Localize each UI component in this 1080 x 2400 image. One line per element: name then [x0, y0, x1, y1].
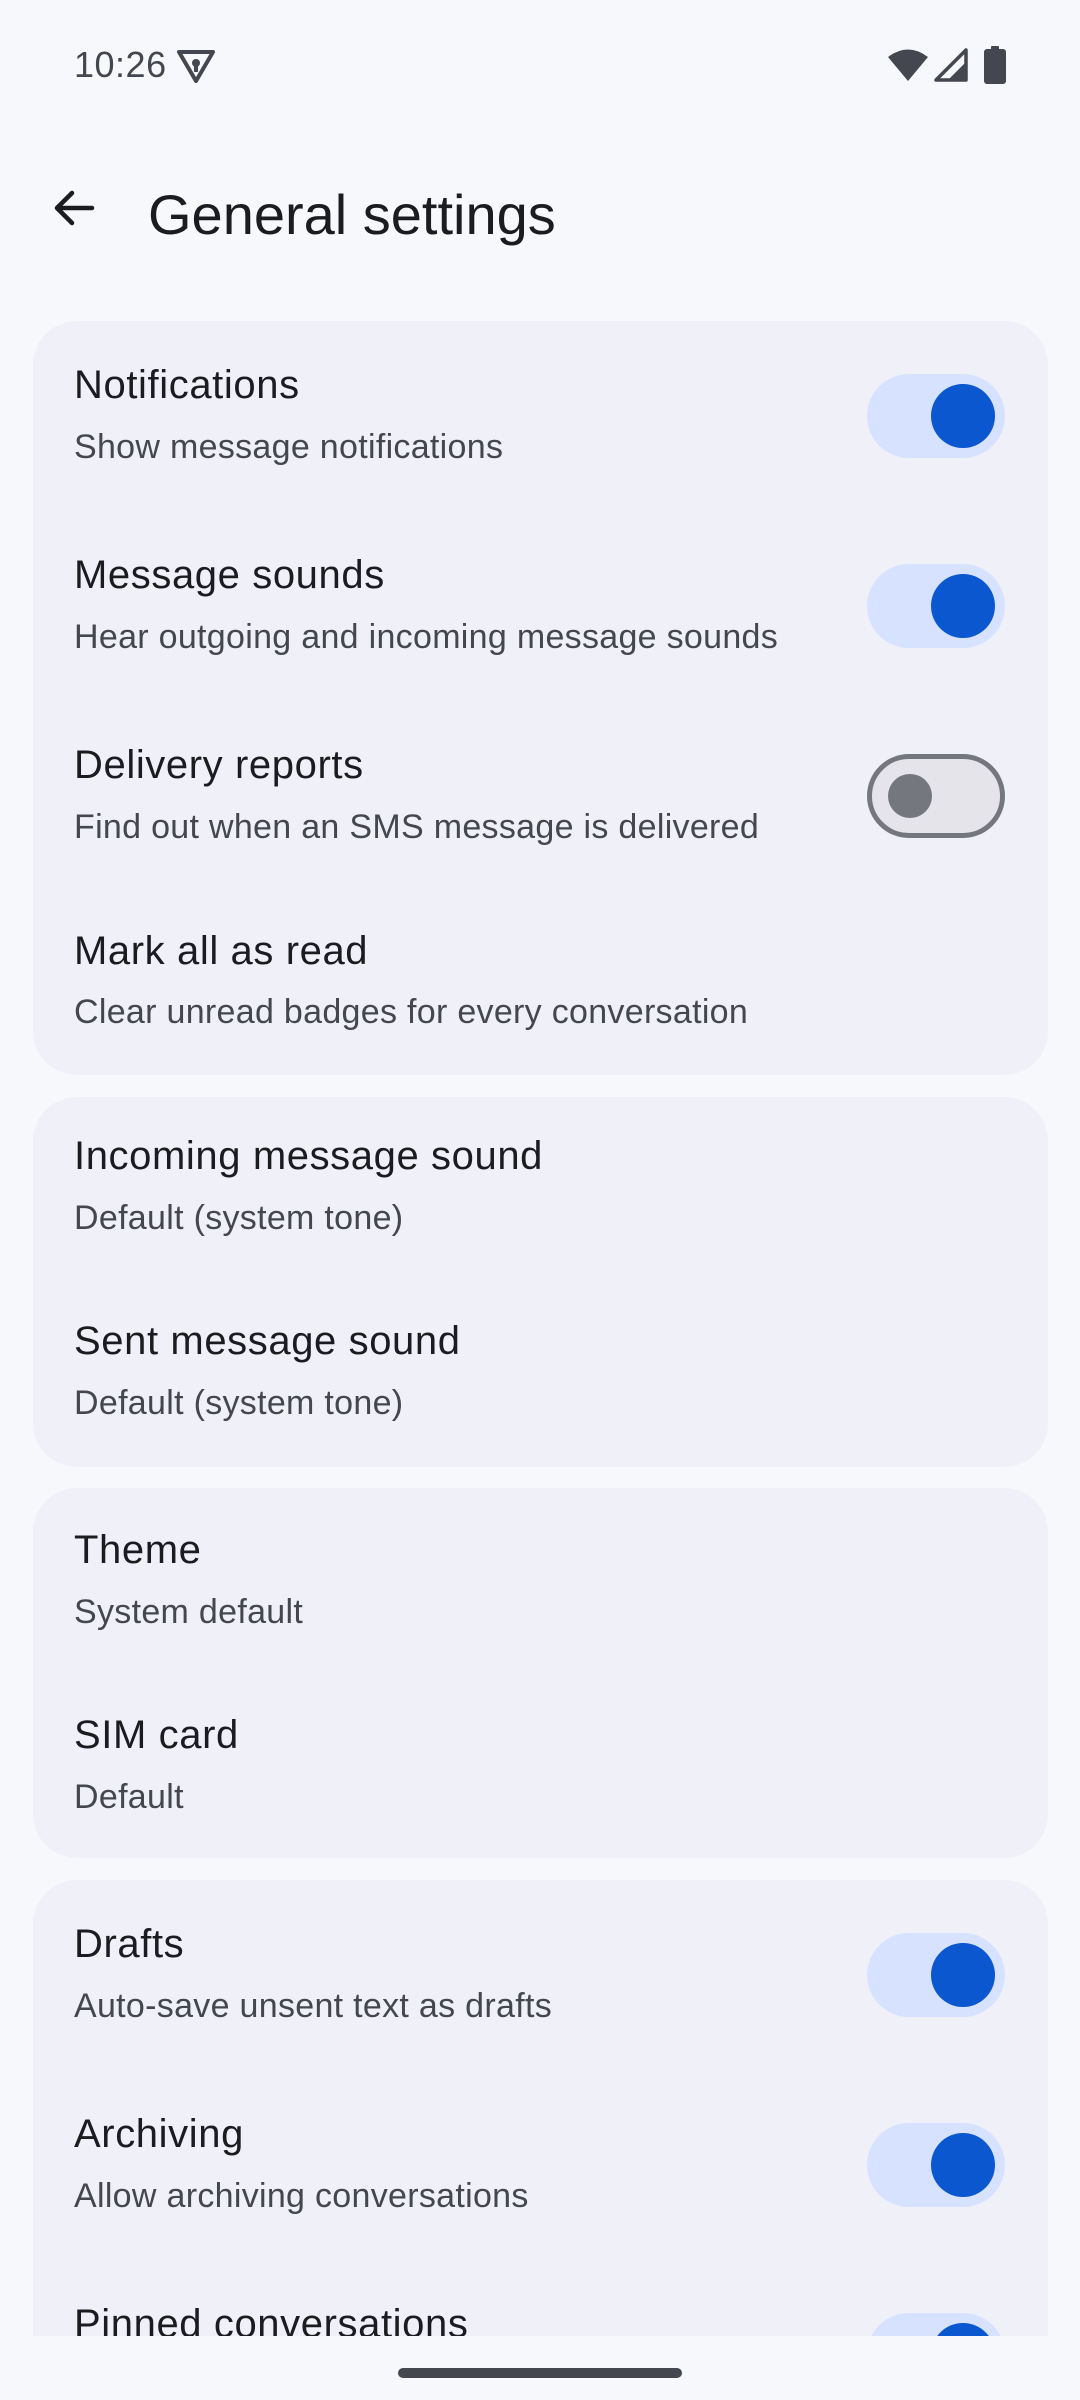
settings-card-conversations: Drafts Auto-save unsent text as drafts A…: [33, 1880, 1048, 2336]
setting-title: Notifications: [74, 363, 300, 407]
toggle-knob: [931, 384, 995, 448]
settings-card-general: Notifications Show message notifications…: [33, 321, 1048, 1075]
toggle-knob: [931, 1943, 995, 2007]
arrow-back-icon: [54, 190, 95, 226]
setting-pinned-conversations[interactable]: Pinned conversations: [33, 2260, 1048, 2336]
setting-subtitle: Find out when an SMS message is delivere…: [74, 808, 760, 846]
toggle-knob: [931, 2133, 995, 2197]
message-sounds-toggle[interactable]: [867, 564, 1005, 648]
setting-title: Mark all as read: [74, 929, 369, 973]
wifi-icon: [888, 49, 928, 81]
status-time: 10:26: [74, 44, 167, 85]
setting-delivery-reports[interactable]: Delivery reports Find out when an SMS me…: [33, 701, 1048, 891]
navigation-bar: [0, 2336, 1080, 2400]
page-title: General settings: [148, 183, 556, 246]
setting-drafts[interactable]: Drafts Auto-save unsent text as drafts: [33, 1880, 1048, 2070]
setting-sent-sound[interactable]: Sent message sound Default (system tone): [33, 1282, 1048, 1467]
setting-title: Sent message sound: [74, 1319, 461, 1363]
setting-subtitle: Hear outgoing and incoming message sound…: [74, 618, 779, 656]
setting-subtitle: Default (system tone): [74, 1199, 404, 1237]
archiving-toggle[interactable]: [867, 2123, 1005, 2207]
gesture-handle[interactable]: [398, 2368, 682, 2378]
setting-subtitle: Allow archiving conversations: [74, 2177, 529, 2215]
drafts-toggle[interactable]: [867, 1933, 1005, 2017]
setting-subtitle: Auto-save unsent text as drafts: [74, 1987, 552, 2025]
setting-title: Drafts: [74, 1922, 185, 1966]
setting-title: Message sounds: [74, 553, 385, 597]
setting-incoming-sound[interactable]: Incoming message sound Default (system t…: [33, 1097, 1048, 1287]
setting-title: Archiving: [74, 2112, 244, 2156]
setting-archiving[interactable]: Archiving Allow archiving conversations: [33, 2070, 1048, 2260]
setting-subtitle: Default (system tone): [74, 1384, 404, 1422]
setting-title: Delivery reports: [74, 743, 364, 787]
settings-card-appearance: Theme System default SIM card Default: [33, 1488, 1048, 1858]
toggle-knob: [888, 774, 932, 818]
setting-title: SIM card: [74, 1713, 239, 1757]
setting-theme[interactable]: Theme System default: [33, 1488, 1048, 1678]
setting-title: Theme: [74, 1528, 202, 1572]
setting-subtitle: Clear unread badges for every conversati…: [74, 993, 749, 1031]
delivery-reports-toggle[interactable]: [867, 754, 1005, 838]
setting-message-sounds[interactable]: Message sounds Hear outgoing and incomin…: [33, 511, 1048, 701]
setting-notifications[interactable]: Notifications Show message notifications: [33, 321, 1048, 511]
setting-subtitle: Show message notifications: [74, 428, 504, 466]
vpn-key-icon: [177, 50, 215, 83]
cellular-signal-icon: [934, 48, 968, 82]
setting-subtitle: System default: [74, 1593, 304, 1631]
status-bar: 10:26: [0, 0, 1080, 132]
toggle-knob: [931, 574, 995, 638]
setting-title: Incoming message sound: [74, 1134, 544, 1178]
setting-subtitle: Default: [74, 1778, 184, 1816]
top-app-bar: General settings: [0, 160, 1080, 270]
setting-mark-all-read[interactable]: Mark all as read Clear unread badges for…: [33, 891, 1048, 1075]
back-button[interactable]: [38, 172, 110, 244]
toggle-knob: [931, 2323, 995, 2336]
battery-icon: [984, 46, 1006, 84]
settings-card-sounds: Incoming message sound Default (system t…: [33, 1097, 1048, 1467]
notifications-toggle[interactable]: [867, 374, 1005, 458]
setting-sim-card[interactable]: SIM card Default: [33, 1673, 1048, 1858]
setting-title: Pinned conversations: [74, 2302, 469, 2336]
pinned-conversations-toggle[interactable]: [867, 2313, 1005, 2336]
